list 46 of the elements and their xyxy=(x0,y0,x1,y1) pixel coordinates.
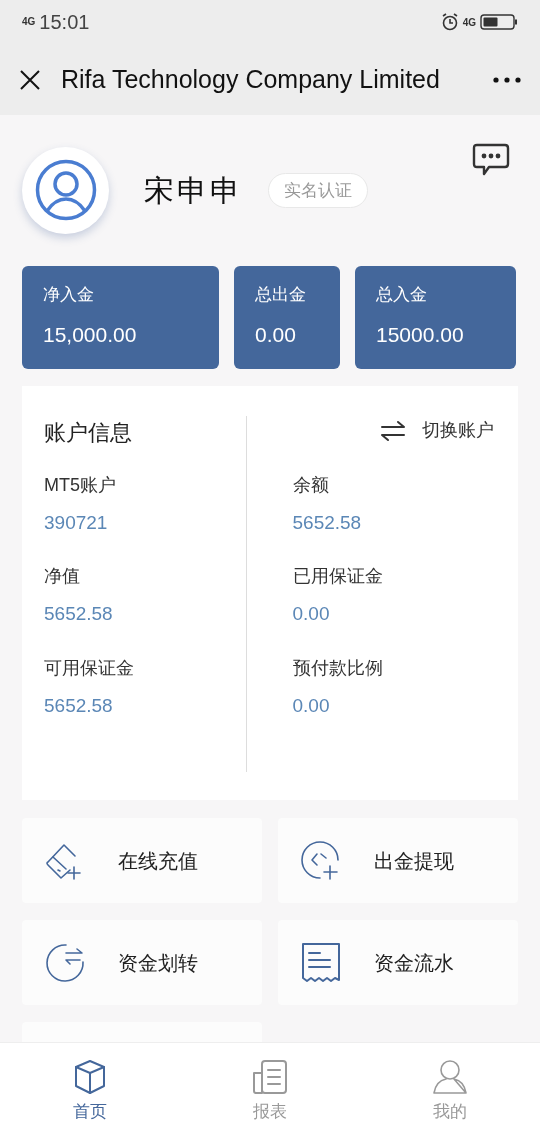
clock: 15:01 xyxy=(39,10,90,35)
battery-icon xyxy=(480,13,518,31)
stat-value: 15000.00 xyxy=(376,322,465,349)
field-value: 0.00 xyxy=(292,602,331,627)
user-name: 宋申申 xyxy=(144,172,243,209)
chat-bubble-icon xyxy=(472,143,510,177)
section-title: 账户信息 xyxy=(44,418,133,446)
action-tile[interactable]: 资金划转 xyxy=(22,920,262,1005)
field-label: 余额 xyxy=(292,473,330,497)
close-icon xyxy=(19,68,41,91)
field-label: 已用保证金 xyxy=(292,565,384,589)
network-label: 4G xyxy=(462,15,476,30)
swap-icon xyxy=(380,419,406,442)
verification-badge: 实名认证 xyxy=(268,172,368,209)
action-tile[interactable]: 在线充值 xyxy=(22,818,262,903)
person-icon xyxy=(432,1059,468,1095)
field-label: 预付款比例 xyxy=(292,656,384,680)
action-tile[interactable]: 出金提现 xyxy=(278,818,518,903)
stat-label: 总出金 xyxy=(255,283,307,306)
action-tile[interactable]: 资金流水 xyxy=(278,920,518,1005)
stat-value: 0.00 xyxy=(255,322,297,349)
more-icon xyxy=(493,76,521,83)
page-title: Rifa Technology Company Limited xyxy=(61,63,440,95)
field-label: 可用保证金 xyxy=(44,656,135,680)
message-button[interactable] xyxy=(472,143,510,177)
field-value: 5652.58 xyxy=(292,510,363,535)
stat-value: 15,000.00 xyxy=(43,322,138,349)
stat-label: 总入金 xyxy=(376,283,428,306)
stat-label: 净入金 xyxy=(43,283,95,306)
document-icon xyxy=(252,1059,288,1095)
transfer-icon xyxy=(44,941,86,984)
person-icon xyxy=(34,159,97,222)
field-value: 5652.58 xyxy=(44,693,114,718)
network-label: 4G xyxy=(22,17,36,27)
field-label: 净值 xyxy=(44,565,81,589)
cube-icon xyxy=(72,1059,108,1095)
field-label: MT5账户 xyxy=(44,473,117,497)
field-value: 390721 xyxy=(44,510,109,535)
circle-plus-icon xyxy=(300,839,342,882)
field-value: 0.00 xyxy=(292,693,331,718)
alarm-icon xyxy=(440,13,459,31)
field-value: 5652.58 xyxy=(44,602,114,627)
close-button[interactable] xyxy=(18,67,42,92)
switch-account-button[interactable]: 切换账户 xyxy=(380,415,494,446)
receipt-icon xyxy=(300,941,342,984)
tab[interactable]: 首页 xyxy=(0,1043,180,1140)
